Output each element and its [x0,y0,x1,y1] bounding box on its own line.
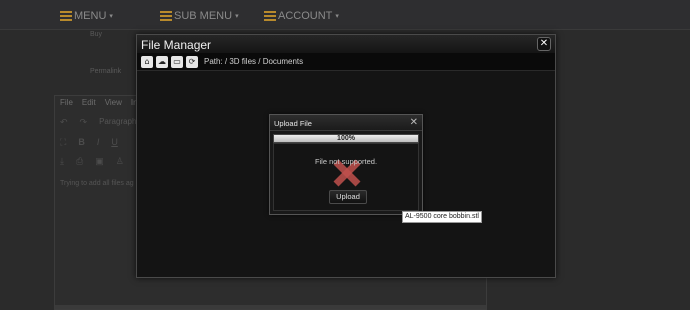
account-dropdown[interactable]: ACCOUNT ▾ [264,8,339,24]
editor-content[interactable]: Trying to add all files ag [60,180,134,187]
file-manager-title: File Manager [141,38,212,52]
faded-text: Buy [90,31,103,38]
upload-progress-bar: 100% [273,134,419,143]
format-select[interactable]: Paragraph [99,117,136,128]
top-nav-bar: MENU ▾ SUB MENU ▾ ACCOUNT ▾ [0,0,690,30]
upload-dialog-titlebar: Upload File ✕ [270,115,422,131]
upload-dialog-title: Upload File [274,119,312,128]
editor-menu-view[interactable]: View [105,98,122,107]
editor-toolbar-row-2: ⛶ B I U [60,137,118,148]
upload-button[interactable]: Upload [329,190,367,204]
account-label: ACCOUNT [278,10,333,22]
editor-menubar: File Edit View Ins [60,98,142,107]
filename-tooltip: AL-9500 core bobbin.stl [402,211,482,223]
file-manager-toolbar: ⌂ ☁ ▭ ⟳ Path: / 3D files / Documents [137,53,555,71]
caret-down-icon: ▾ [235,13,239,20]
permalink-link[interactable]: Permalink [90,68,121,75]
media-icon[interactable]: ▣ [95,156,104,167]
editor-toolbar-row-1: ↶ ↷ Paragraph [60,117,136,128]
editor-menu-edit[interactable]: Edit [82,98,96,107]
undo-icon[interactable]: ↶ [60,117,68,128]
user-icon[interactable]: ♙ [116,156,124,167]
upload-error-message: File not supported. [314,157,378,166]
underline-icon[interactable]: U [111,137,118,148]
upload-status-panel: File not supported. Upload [273,143,419,211]
caret-down-icon: ▾ [335,13,339,20]
redo-icon[interactable]: ↷ [80,117,88,128]
upload-cloud-icon[interactable]: ☁ [156,56,168,68]
refresh-icon[interactable]: ⟳ [186,56,198,68]
fullscreen-icon[interactable]: ⛶ [60,137,66,148]
menu-label: MENU [74,10,107,22]
upload-dialog-close-icon[interactable]: ✕ [410,117,418,128]
upload-file-dialog: Upload File ✕ 100% File not supported. U… [269,114,423,215]
submenu-dropdown[interactable]: SUB MENU ▾ [160,8,239,24]
home-icon[interactable]: ⌂ [141,56,153,68]
caret-down-icon: ▾ [109,13,113,20]
upload-progress-text: 100% [337,135,355,142]
hamburger-icon [160,11,172,21]
hamburger-icon [264,11,276,21]
download-icon[interactable]: ⤓ [60,156,64,167]
submenu-label: SUB MENU [174,10,233,22]
editor-statusbar [55,305,486,309]
file-manager-titlebar: File Manager ✕ [137,35,555,53]
bold-icon[interactable]: B [78,137,85,148]
file-manager-close-button[interactable]: ✕ [537,37,551,51]
menu-dropdown[interactable]: MENU ▾ [60,8,113,24]
new-folder-icon[interactable]: ▭ [171,56,183,68]
path-breadcrumb: Path: / 3D files / Documents [204,57,304,66]
editor-toolbar-row-3: ⤓ ⎙ ▣ ♙ [60,156,124,167]
print-icon[interactable]: ⎙ [76,156,83,167]
italic-icon[interactable]: I [97,137,100,148]
hamburger-icon [60,11,72,21]
editor-menu-file[interactable]: File [60,98,73,107]
